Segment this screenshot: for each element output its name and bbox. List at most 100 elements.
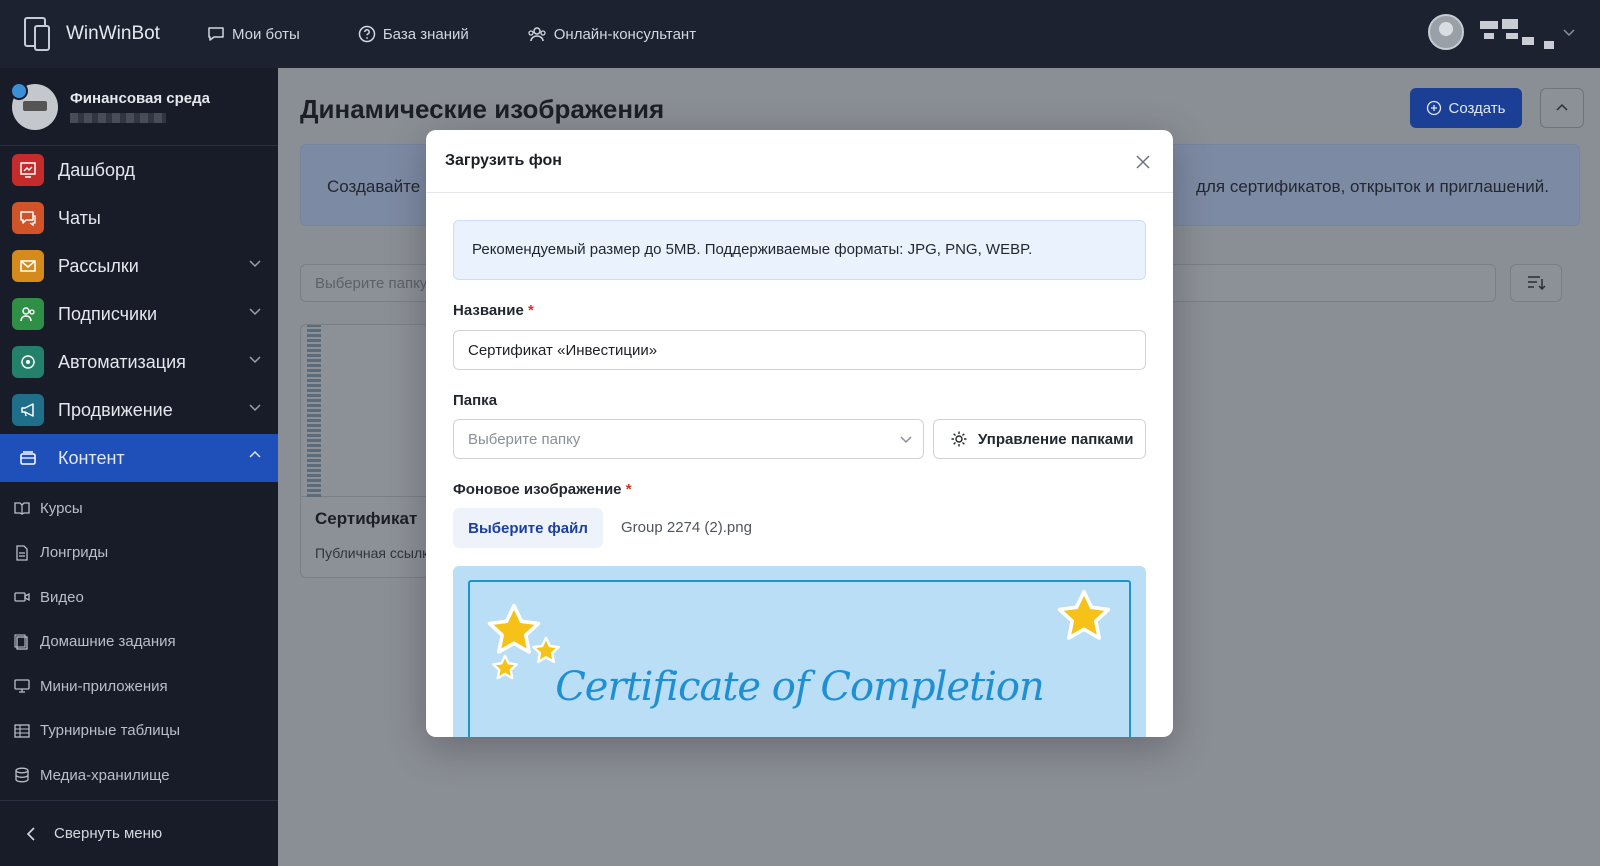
upload-notice: Рекомендуемый размер до 5MB. Поддерживае… bbox=[453, 220, 1146, 280]
modal-title: Загрузить фон bbox=[445, 152, 562, 169]
sidebar-item-label: Дашборд bbox=[58, 159, 136, 180]
sort-icon bbox=[1528, 276, 1546, 291]
bot-avatar bbox=[10, 81, 58, 130]
selected-file-name: Group 2274 (2).png bbox=[621, 519, 752, 536]
bot-name: Финансовая среда bbox=[70, 90, 210, 107]
app-logo-icon bbox=[22, 15, 52, 53]
brand-logo[interactable]: WinWinBot bbox=[22, 15, 207, 53]
book-icon bbox=[14, 502, 30, 515]
nav-my-bots[interactable]: Мои боты bbox=[207, 25, 300, 43]
manage-folders-label: Управление папками bbox=[978, 430, 1134, 448]
sidebar-subitem-courses[interactable]: Курсы bbox=[0, 486, 278, 531]
chevron-down-icon[interactable] bbox=[1562, 27, 1576, 37]
sidebar-subitem-label: Турнирные таблицы bbox=[40, 722, 181, 740]
sidebar-subitem-video[interactable]: Видео bbox=[0, 575, 278, 620]
chevron-down-icon bbox=[249, 404, 261, 412]
certificate-title: Certificate of Completion bbox=[555, 664, 1045, 710]
info-text-start: Создавайте bbox=[327, 177, 421, 196]
info-text-end: для сертификатов, открыток и приглашений… bbox=[1196, 177, 1549, 196]
sidebar-item-dashboard[interactable]: Дашборд bbox=[0, 146, 278, 194]
nav-knowledge-base[interactable]: База знаний bbox=[358, 25, 469, 43]
sidebar-subitem-leaderboards[interactable]: Турнирные таблицы bbox=[0, 709, 278, 754]
sidebar-item-label: Контент bbox=[58, 447, 125, 468]
sidebar-item-automation[interactable]: Автоматизация bbox=[0, 338, 278, 386]
sidebar-menu: Дашборд Чаты Рассылки Подписчики Автомат… bbox=[0, 146, 278, 482]
document-icon bbox=[16, 545, 28, 561]
chat-bubble-icon bbox=[208, 27, 224, 41]
folder-select-placeholder: Выберите папку bbox=[468, 431, 581, 448]
user-menu[interactable] bbox=[1428, 14, 1576, 50]
chevron-down-icon bbox=[249, 260, 261, 268]
plus-circle-icon bbox=[1427, 100, 1442, 116]
users-icon bbox=[528, 27, 546, 42]
upload-background-modal: Загрузить фон Рекомендуемый размер до 5M… bbox=[426, 130, 1173, 737]
video-icon bbox=[14, 592, 30, 602]
nav-online-consultant[interactable]: Онлайн-консультант bbox=[527, 25, 696, 43]
manage-folders-button[interactable]: Управление папками bbox=[933, 419, 1146, 459]
sidebar-subitem-label: Медиа-хранилище bbox=[40, 766, 170, 784]
chevron-down-icon bbox=[249, 308, 261, 316]
collapse-panel-button[interactable] bbox=[1540, 88, 1584, 128]
page-title: Динамические изображения bbox=[300, 94, 665, 124]
automation-icon bbox=[12, 346, 44, 378]
sidebar-item-chats[interactable]: Чаты bbox=[0, 194, 278, 242]
sort-button[interactable] bbox=[1510, 264, 1562, 302]
background-image-label: Фоновое изображение * bbox=[453, 481, 632, 498]
card-public-link[interactable]: Публичная ссылка bbox=[315, 545, 429, 561]
sidebar-subitem-label: Домашние задания bbox=[40, 633, 176, 651]
sidebar-subitem-homework[interactable]: Домашние задания bbox=[0, 620, 278, 665]
image-card[interactable]: Сертификат Публичная ссылка bbox=[300, 324, 430, 578]
folder-label: Папка bbox=[453, 392, 498, 409]
content-submenu: Курсы Лонгриды Видео Домашние задания Ми… bbox=[0, 486, 278, 798]
sidebar-item-mailings[interactable]: Рассылки bbox=[0, 242, 278, 290]
folder-select[interactable]: Выберите папку bbox=[453, 419, 924, 459]
collapse-menu-button[interactable]: Свернуть меню bbox=[0, 800, 278, 866]
sidebar-subitem-label: Лонгриды bbox=[40, 544, 109, 562]
database-icon bbox=[15, 767, 29, 783]
choose-file-button[interactable]: Выберите файл bbox=[453, 508, 603, 548]
card-title: Сертификат bbox=[315, 509, 418, 528]
top-nav: Мои боты База знаний Онлайн-консультант bbox=[207, 25, 754, 43]
sidebar-subitem-label: Курсы bbox=[40, 499, 83, 517]
bot-selector[interactable]: Финансовая среда bbox=[0, 68, 278, 146]
sidebar-item-label: Рассылки bbox=[58, 255, 139, 276]
avatar[interactable] bbox=[1428, 14, 1464, 50]
subscribers-icon bbox=[12, 298, 44, 330]
chats-icon bbox=[12, 202, 44, 234]
close-button[interactable] bbox=[1133, 152, 1153, 172]
chevron-down-icon bbox=[249, 356, 261, 364]
homework-icon bbox=[14, 634, 28, 650]
sidebar-subitem-label: Видео bbox=[40, 588, 84, 606]
chevron-down-icon bbox=[900, 436, 912, 444]
name-label-text: Название bbox=[453, 302, 524, 319]
sidebar-item-content[interactable]: Контент bbox=[0, 434, 278, 482]
brand-name: WinWinBot bbox=[66, 23, 160, 44]
required-mark: * bbox=[625, 481, 632, 498]
sidebar-item-label: Подписчики bbox=[58, 303, 158, 324]
certificate-frame bbox=[468, 580, 1131, 737]
background-image-label-text: Фоновое изображение bbox=[453, 481, 622, 498]
required-mark: * bbox=[527, 302, 534, 319]
sidebar-item-promotion[interactable]: Продвижение bbox=[0, 386, 278, 434]
create-button[interactable]: Создать bbox=[1410, 88, 1522, 128]
modal-header: Загрузить фон bbox=[426, 130, 1173, 193]
nav-label: Онлайн-консультант bbox=[553, 25, 697, 43]
user-name-redacted bbox=[1480, 17, 1554, 49]
star-icon bbox=[532, 636, 560, 664]
sidebar-item-subscribers[interactable]: Подписчики bbox=[0, 290, 278, 338]
top-bar: WinWinBot Мои боты База знаний Онлайн-ко… bbox=[0, 0, 1600, 68]
card-thumbnail bbox=[301, 325, 429, 497]
name-label: Название * bbox=[453, 302, 534, 319]
sidebar: Финансовая среда Дашборд Чаты Рассылки П… bbox=[0, 68, 278, 866]
sidebar-subitem-label: Мини-приложения bbox=[40, 677, 168, 695]
create-button-label: Создать bbox=[1448, 99, 1506, 117]
sidebar-subitem-mini-apps[interactable]: Мини-приложения bbox=[0, 664, 278, 709]
monitor-icon bbox=[14, 679, 30, 693]
chevron-left-icon bbox=[26, 826, 35, 841]
collapse-menu-label: Свернуть меню bbox=[54, 825, 163, 842]
sidebar-subitem-longreads[interactable]: Лонгриды bbox=[0, 531, 278, 576]
gear-icon bbox=[951, 431, 967, 447]
content-icon bbox=[12, 442, 44, 474]
sidebar-subitem-media-storage[interactable]: Медиа-хранилище bbox=[0, 753, 278, 798]
name-input[interactable] bbox=[453, 330, 1146, 370]
